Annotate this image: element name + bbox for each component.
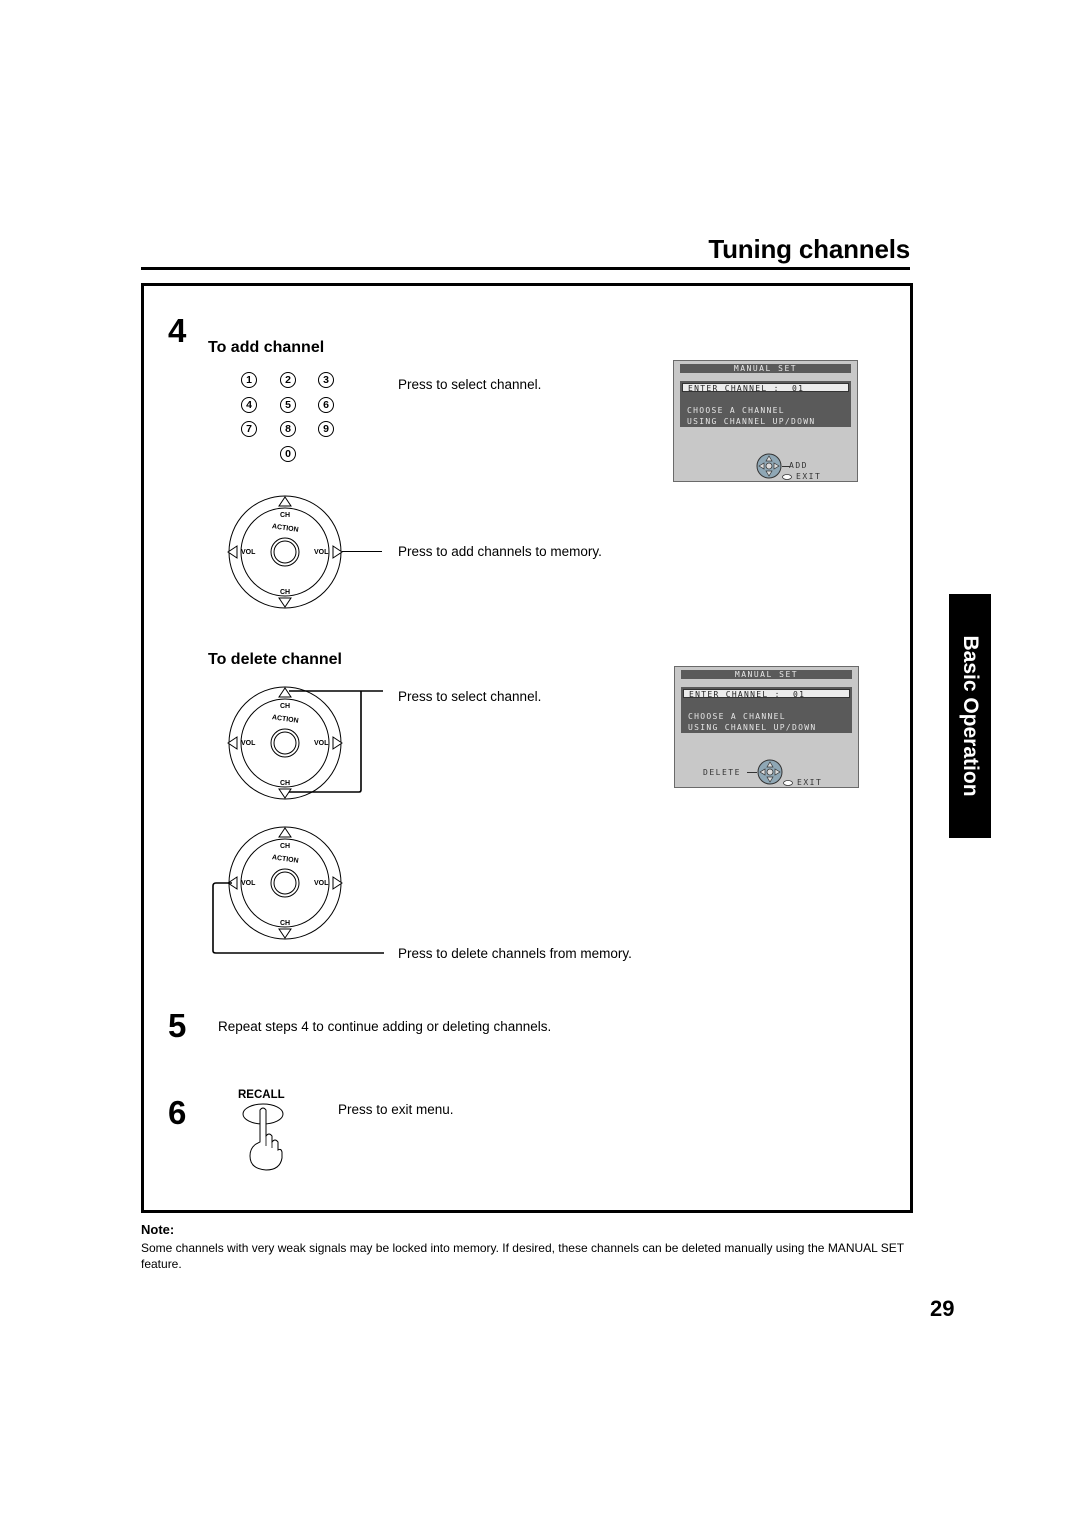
vol-label-left: VOL: [241, 549, 256, 556]
key-7[interactable]: 7: [241, 421, 257, 437]
osd-channel-value: 01: [792, 690, 806, 699]
section-tab-label: Basic Operation: [959, 635, 982, 797]
ch-up-arrow-icon: [278, 827, 292, 838]
key-6[interactable]: 6: [318, 397, 334, 413]
dpad-icon: [757, 759, 783, 785]
step-5-text: Repeat steps 4 to continue adding or del…: [218, 1019, 552, 1034]
osd-instructions: CHOOSE A CHANNEL USING CHANNEL UP/DOWN: [687, 405, 815, 427]
section-tab-basic-operation: Basic Operation: [949, 594, 991, 838]
osd-add-label: ADD: [789, 461, 808, 470]
ch-down-arrow-icon: [278, 597, 292, 608]
step-6-text: Press to exit menu.: [338, 1102, 454, 1117]
select-bracket-line: [289, 690, 383, 793]
remote-action-pad-add: CH CH VOL VOL ACTION: [227, 495, 343, 609]
title-rule: [141, 267, 910, 270]
osd-line-2: USING CHANNEL UP/DOWN: [688, 723, 817, 732]
step-5-number: 5: [168, 1007, 187, 1044]
svg-text:CH: CH: [280, 843, 290, 850]
delete-leader-line: [212, 882, 384, 954]
menu-button-icon: [782, 474, 792, 480]
page-title: Tuning channels: [708, 234, 910, 264]
key-3[interactable]: 3: [318, 372, 334, 388]
delete-select-instruction: Press to select channel.: [398, 689, 542, 704]
note-text: Some channels with very weak signals may…: [141, 1241, 904, 1271]
ch-up-arrow-icon: [278, 496, 292, 507]
osd-exit-label: EXIT: [797, 778, 823, 787]
key-0[interactable]: 0: [280, 446, 296, 462]
vol-label-right: VOL: [314, 549, 329, 556]
ch-label-top: CH: [280, 512, 290, 519]
number-keypad: 1 2 3 4 5 6 7 8 9 0: [236, 372, 342, 464]
menu-button-icon: [783, 780, 793, 786]
hand-press-icon[interactable]: [236, 1102, 296, 1172]
osd-instructions: CHOOSE A CHANNEL USING CHANNEL UP/DOWN: [688, 711, 816, 733]
add-channel-heading: To add channel: [208, 339, 325, 356]
step-4-number: 4: [168, 312, 187, 349]
osd-header: MANUAL SET: [681, 670, 852, 679]
delete-channel-heading: To delete channel: [208, 651, 342, 668]
osd-enter-channel: ENTER CHANNEL : 01: [682, 383, 849, 393]
key-4[interactable]: 4: [241, 397, 257, 413]
svg-text:VOL: VOL: [241, 740, 256, 747]
dpad-icon: [756, 453, 782, 479]
osd-enter-channel: ENTER CHANNEL : 01: [683, 689, 850, 699]
key-5[interactable]: 5: [280, 397, 296, 413]
osd-manual-set-add: MANUAL SET ENTER CHANNEL : 01 CHOOSE A C…: [673, 360, 858, 482]
add-leader-line: [342, 551, 382, 552]
osd-header: MANUAL SET: [680, 364, 851, 373]
key-8[interactable]: 8: [280, 421, 296, 437]
ch-label-bottom: CH: [280, 589, 290, 596]
osd-line-1: CHOOSE A CHANNEL: [687, 406, 785, 415]
osd-exit-label: EXIT: [796, 472, 822, 481]
osd-channel-value: 01: [791, 384, 805, 393]
key-1[interactable]: 1: [241, 372, 257, 388]
osd-enter-label: ENTER CHANNEL :: [689, 690, 781, 699]
osd-delete-label: DELETE: [703, 768, 741, 777]
key-9[interactable]: 9: [318, 421, 334, 437]
action-label: ACTION: [271, 523, 299, 534]
recall-button-label: RECALL: [238, 1089, 285, 1101]
add-memory-instruction: Press to add channels to memory.: [398, 544, 602, 559]
add-select-instruction: Press to select channel.: [398, 377, 542, 392]
osd-line-1: CHOOSE A CHANNEL: [688, 712, 786, 721]
osd-enter-label: ENTER CHANNEL :: [688, 384, 780, 393]
key-2[interactable]: 2: [280, 372, 296, 388]
note-heading: Note:: [141, 1222, 175, 1237]
page-number: 29: [930, 1296, 955, 1321]
osd-manual-set-delete: MANUAL SET ENTER CHANNEL : 01 CHOOSE A C…: [674, 666, 859, 788]
step-6-number: 6: [168, 1094, 187, 1131]
svg-text:ACTION: ACTION: [271, 854, 299, 865]
delete-memory-instruction: Press to delete channels from memory.: [398, 946, 632, 961]
osd-line-2: USING CHANNEL UP/DOWN: [687, 417, 816, 426]
